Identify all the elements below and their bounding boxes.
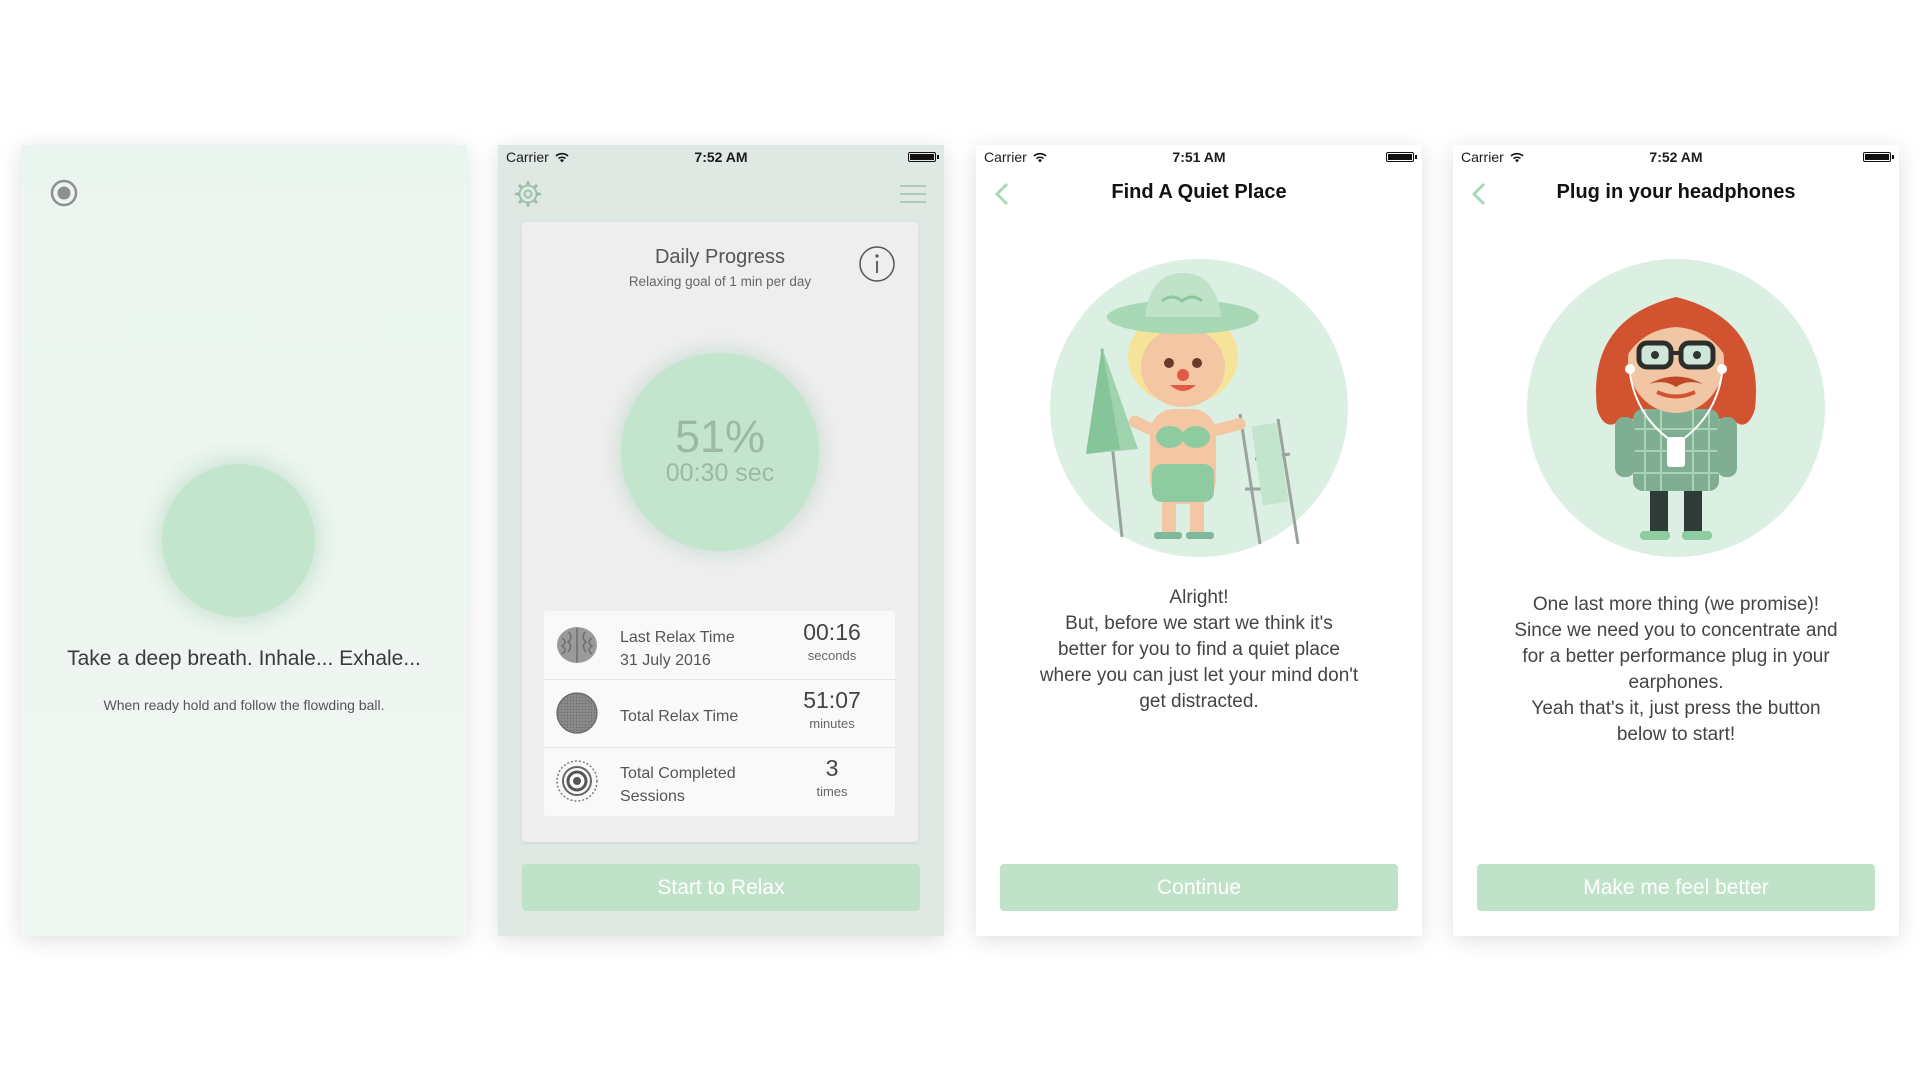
hipster-headphones-illustration: [1527, 259, 1825, 557]
hamburger-icon[interactable]: [900, 185, 926, 203]
stat-label-line: Last Relax Time: [620, 629, 735, 646]
clock: 7:52 AM: [694, 149, 748, 165]
target-icon: [556, 760, 598, 802]
instruction-paragraph: Alright! But, before we start we think i…: [1006, 585, 1392, 715]
daily-progress-screen: Carrier 7:52 AM Daily Progress Relaxing …: [498, 145, 944, 936]
daily-progress-card: Daily Progress Relaxing goal of 1 min pe…: [522, 222, 918, 842]
status-bar: Carrier 7:52 AM: [498, 145, 944, 169]
stat-label: Total Completed Sessions: [620, 762, 736, 808]
instruction-paragraph: One last more thing (we promise)! Since …: [1483, 592, 1869, 748]
stat-label: Total Relax Time: [620, 705, 738, 728]
quiet-place-screen: Carrier 7:51 AM Find A Quiet Place Alrig…: [976, 145, 1422, 936]
clock: 7:52 AM: [1649, 149, 1703, 165]
progress-percent: 51%: [674, 411, 766, 462]
chevron-left-icon[interactable]: [1467, 181, 1493, 207]
paragraph-line: One last more thing (we promise)!: [1532, 594, 1820, 615]
make-me-feel-better-button[interactable]: Make me feel better: [1477, 864, 1875, 911]
start-to-relax-button[interactable]: Start to Relax: [522, 864, 920, 911]
stat-row-total-relax: Total Relax Time 51:07 minutes: [544, 679, 895, 748]
stat-value: 51:07: [803, 687, 861, 713]
stat-row-sessions: Total Completed Sessions 3 times: [544, 747, 895, 815]
battery-icon: [1863, 152, 1894, 162]
paragraph-line: below to start!: [1616, 724, 1736, 745]
paragraph-line: Alright!: [1169, 587, 1229, 608]
status-bar: Carrier 7:51 AM: [976, 145, 1422, 169]
brain-icon: [557, 627, 597, 663]
paragraph-line: better for you to find a quiet place: [1057, 639, 1340, 660]
stat-row-last-relax: Last Relax Time 31 July 2016 00:16 secon…: [544, 611, 895, 680]
stat-unit: minutes: [809, 716, 855, 731]
ready-hint: When ready hold and follow the flowding …: [103, 697, 385, 713]
stat-label-line: Sessions: [620, 788, 685, 805]
chevron-left-icon[interactable]: [990, 181, 1016, 207]
progress-circle: 51% 00:30 sec: [621, 353, 819, 551]
gear-icon[interactable]: [514, 180, 542, 208]
page-title: Plug in your headphones: [1556, 181, 1796, 203]
progress-time: 00:30 sec: [665, 459, 775, 487]
breath-instruction: Take a deep breath. Inhale... Exhale...: [67, 647, 421, 670]
paragraph-line: But, before we start we think it's: [1065, 613, 1333, 634]
stat-label-line: 31 July 2016: [620, 652, 711, 669]
continue-button[interactable]: Continue: [1000, 864, 1398, 911]
breathing-screen: Take a deep breath. Inhale... Exhale... …: [21, 145, 467, 936]
paragraph-line: get distracted.: [1139, 691, 1259, 712]
stat-unit: times: [816, 784, 848, 799]
stat-label-line: Total Relax Time: [620, 708, 739, 725]
stat-value: 3: [825, 755, 839, 781]
clock: 7:51 AM: [1172, 149, 1226, 165]
status-bar: Carrier 7:52 AM: [1453, 145, 1899, 169]
battery-icon: [908, 152, 939, 162]
info-icon[interactable]: [858, 245, 896, 283]
paragraph-line: Since we need you to concentrate and: [1514, 620, 1838, 641]
stat-label-line: Total Completed: [620, 765, 736, 782]
page-title: Find A Quiet Place: [1111, 181, 1287, 203]
paragraph-line: Yeah that's it, just press the button: [1531, 698, 1821, 719]
textured-circle-icon: [556, 692, 598, 734]
stat-value: 00:16: [803, 619, 861, 645]
stat-label: Last Relax Time 31 July 2016: [620, 626, 735, 672]
target-icon[interactable]: [49, 178, 79, 208]
paragraph-line: earphones.: [1628, 672, 1724, 693]
beach-girl-illustration: [1050, 259, 1348, 557]
battery-icon: [1386, 152, 1417, 162]
stat-unit: seconds: [807, 648, 857, 663]
breathing-ball[interactable]: [162, 464, 315, 617]
stats-list: Last Relax Time 31 July 2016 00:16 secon…: [544, 611, 895, 816]
paragraph-line: where you can just let your mind don't: [1039, 665, 1359, 686]
headphones-screen: Carrier 7:52 AM Plug in your headphones: [1453, 145, 1899, 936]
paragraph-line: for a better performance plug in your: [1522, 646, 1830, 667]
